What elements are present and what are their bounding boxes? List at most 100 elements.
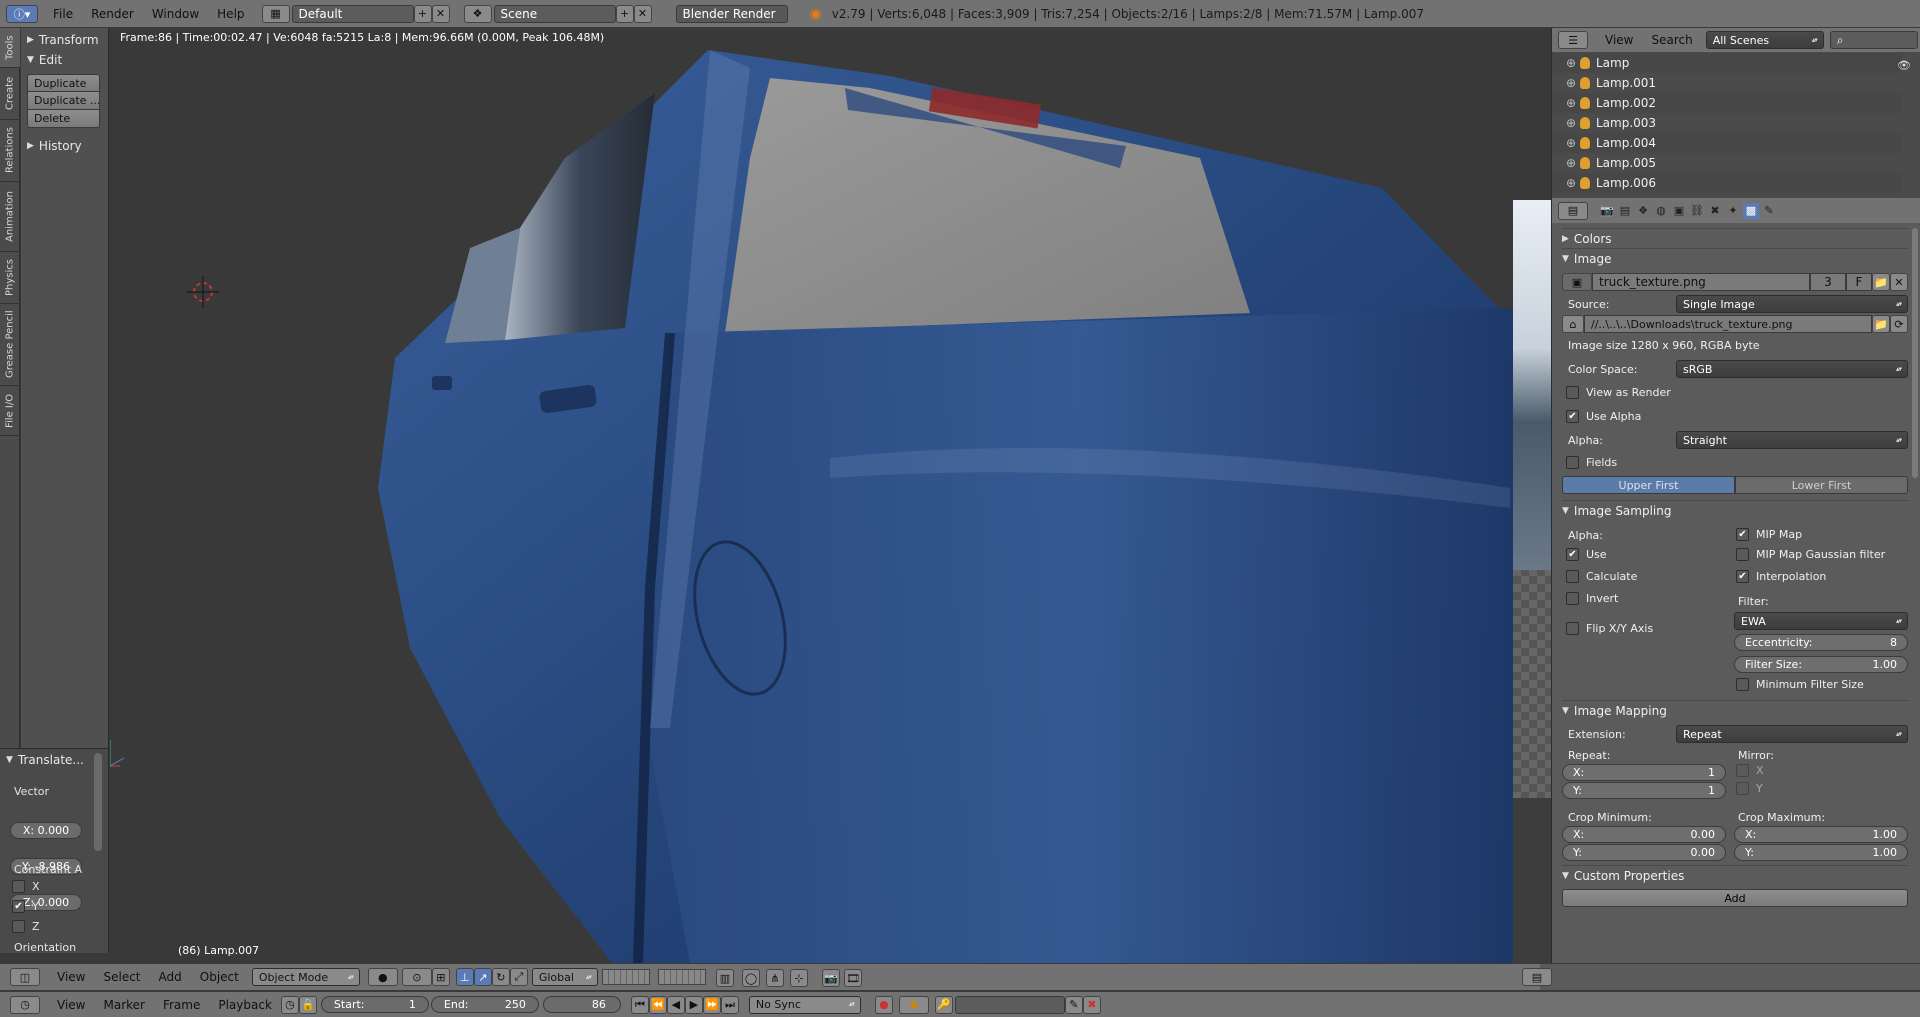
render-animation-icon[interactable]: 🎞 [844, 969, 862, 987]
viewport-menu-add[interactable]: Add [150, 970, 191, 984]
panel-edit[interactable]: ▼ Edit [21, 50, 108, 70]
checkbox-unchecked-icon[interactable] [1566, 386, 1579, 399]
delete-button[interactable]: Delete [27, 110, 100, 128]
open-image-button[interactable]: 📁 [1872, 273, 1890, 291]
properties-editor-icon[interactable]: ▤ [1558, 201, 1588, 220]
visibility-icons[interactable]: 👁 [1897, 56, 1913, 196]
keying-set-icon[interactable]: ◆ [898, 995, 929, 1014]
mirror-y-toggle[interactable]: Y [1736, 782, 1763, 795]
filepath-pack-icon[interactable]: ⌂ [1562, 315, 1584, 333]
image-browse-icon[interactable]: ▣ [1562, 273, 1592, 291]
checkmark-icon[interactable]: ✔ [1736, 528, 1749, 541]
current-frame-field[interactable]: 86 [542, 996, 621, 1013]
mode-select[interactable]: Object Mode [251, 968, 360, 986]
menu-window[interactable]: Window [143, 7, 208, 21]
source-select[interactable]: Single Image [1676, 295, 1908, 313]
shading-icon[interactable]: ● [367, 968, 398, 986]
image-users-field[interactable]: 3 [1810, 273, 1846, 291]
checkbox-unchecked-icon[interactable] [1566, 592, 1579, 605]
flip-axis-toggle[interactable]: Flip X/Y Axis [1566, 622, 1653, 635]
screen-layout-field[interactable]: Default [291, 4, 414, 23]
menu-render[interactable]: Render [82, 7, 143, 21]
scene-field[interactable]: Scene [493, 4, 616, 23]
checkbox-unchecked-icon[interactable] [1736, 764, 1749, 777]
panel-colors[interactable]: ▶ Colors [1562, 228, 1908, 248]
use-alpha-toggle[interactable]: ✔ Use Alpha [1566, 410, 1641, 423]
operator-scrollbar[interactable] [94, 753, 102, 851]
repeat-y-field[interactable]: Y: 1 [1562, 782, 1726, 799]
scene-icon[interactable]: ❖ [463, 4, 492, 23]
panel-image-mapping[interactable]: ▼ Image Mapping [1562, 700, 1908, 720]
render-engine-select[interactable]: Blender Render [675, 4, 788, 23]
outliner-menu-search[interactable]: Search [1642, 33, 1701, 47]
jump-end-icon[interactable]: ⏭ [720, 995, 739, 1014]
checkbox-unchecked-icon[interactable] [12, 920, 25, 933]
data-tab-icon[interactable]: ✦ [1725, 203, 1741, 219]
mipmap-gaussian-toggle[interactable]: MIP Map Gaussian filter [1736, 548, 1885, 561]
end-frame-field[interactable]: End: 250 [430, 996, 539, 1013]
timeline-menu-playback[interactable]: Playback [209, 998, 281, 1012]
crop-max-y-field[interactable]: Y: 1.00 [1734, 844, 1908, 861]
viewport-menu-object[interactable]: Object [191, 970, 248, 984]
keying-icon[interactable]: 🔑 [934, 995, 953, 1014]
reload-image-button[interactable]: ⟳ [1890, 315, 1908, 333]
browse-file-button[interactable]: 📁 [1872, 315, 1890, 333]
tab-animation[interactable]: Animation [0, 182, 20, 252]
view-as-render-toggle[interactable]: View as Render [1566, 386, 1671, 399]
filter-size-field[interactable]: Filter Size: 1.00 [1734, 656, 1908, 673]
3d-viewport[interactable]: Frame:86 | Time:00:02.47 | Ve:6048 fa:52… [110, 28, 1513, 963]
sampling-use-toggle[interactable]: ✔ Use [1566, 548, 1607, 561]
checkbox-unchecked-icon[interactable] [1736, 782, 1749, 795]
calculate-toggle[interactable]: Calculate [1566, 570, 1637, 583]
layers-row-2[interactable] [658, 969, 706, 985]
pivot-icon[interactable]: ⊙ [401, 968, 432, 986]
outliner-search-input[interactable]: ⌕ [1829, 31, 1918, 49]
scene-tab-icon[interactable]: ❖ [1635, 203, 1651, 219]
outliner-menu-view[interactable]: View [1596, 33, 1642, 47]
vector-x-field[interactable]: X: 0.000 [10, 822, 82, 839]
outliner-item[interactable]: ⊕ Lamp.002 [1552, 93, 1902, 113]
timeline-editor-icon[interactable]: ◷ [10, 995, 40, 1014]
fields-toggle[interactable]: Fields [1566, 456, 1617, 469]
world-tab-icon[interactable]: ◍ [1653, 203, 1669, 219]
translate-icon[interactable]: ↗ [473, 968, 492, 986]
remove-screen-button[interactable]: ✕ [431, 4, 450, 23]
extension-select[interactable]: Repeat [1676, 725, 1908, 743]
panel-transform[interactable]: ▶ Transform [21, 30, 108, 50]
remove-scene-button[interactable]: ✕ [633, 4, 652, 23]
particles-tab-icon[interactable]: ✎ [1761, 203, 1777, 219]
crop-min-x-field[interactable]: X: 0.00 [1562, 826, 1726, 843]
tab-tools[interactable]: Tools [0, 28, 20, 68]
outliner-item[interactable]: ⊕ Lamp.006 [1552, 173, 1902, 193]
scale-icon[interactable]: ⤢ [509, 968, 528, 986]
duplicate-linked-button[interactable]: Duplicate ... [27, 92, 100, 110]
properties-scrollbar[interactable] [1912, 228, 1918, 478]
insert-keyframe-icon[interactable]: ✎ [1064, 995, 1083, 1014]
outliner-item[interactable]: ⊕ Lamp.003 [1552, 113, 1902, 133]
outliner-item[interactable]: ⊕ Lamp.005 [1552, 153, 1902, 173]
manipulator-toggle-icon[interactable]: ⊥ [455, 968, 474, 986]
lower-first-button[interactable]: Lower First [1735, 476, 1908, 494]
lock-range-icon[interactable]: 🔒 [298, 995, 317, 1014]
colorspace-select[interactable]: sRGB [1676, 360, 1908, 378]
play-reverse-icon[interactable]: ◀ [666, 995, 685, 1014]
outliner-item[interactable]: ⊕ Lamp.001 [1552, 73, 1902, 93]
transform-orientation-select[interactable]: Global [531, 968, 598, 986]
modifiers-tab-icon[interactable]: ✖ [1707, 203, 1723, 219]
constraint-x[interactable]: X [12, 880, 40, 893]
tab-grease-pencil[interactable]: Grease Pencil [0, 304, 20, 386]
add-screen-button[interactable]: + [413, 4, 432, 23]
outliner-item[interactable]: ⊕ Lamp.004 [1552, 133, 1902, 153]
constraints-tab-icon[interactable]: ⛓ [1689, 203, 1705, 219]
outliner-item[interactable]: ⊕ Lamp [1552, 53, 1902, 73]
info-editor-icon[interactable]: ⓘ▾ [6, 4, 38, 23]
invert-toggle[interactable]: Invert [1566, 592, 1618, 605]
viewport-menu-select[interactable]: Select [94, 970, 149, 984]
checkbox-unchecked-icon[interactable] [1566, 570, 1579, 583]
jump-keyframe-back-icon[interactable]: ⏪ [648, 995, 667, 1014]
eccentricity-field[interactable]: Eccentricity: 8 [1734, 634, 1908, 651]
interpolation-toggle[interactable]: ✔ Interpolation [1736, 570, 1826, 583]
image-name-field[interactable]: truck_texture.png [1592, 273, 1810, 291]
timeline-menu-frame[interactable]: Frame [154, 998, 209, 1012]
viewport-menu-view[interactable]: View [48, 970, 94, 984]
